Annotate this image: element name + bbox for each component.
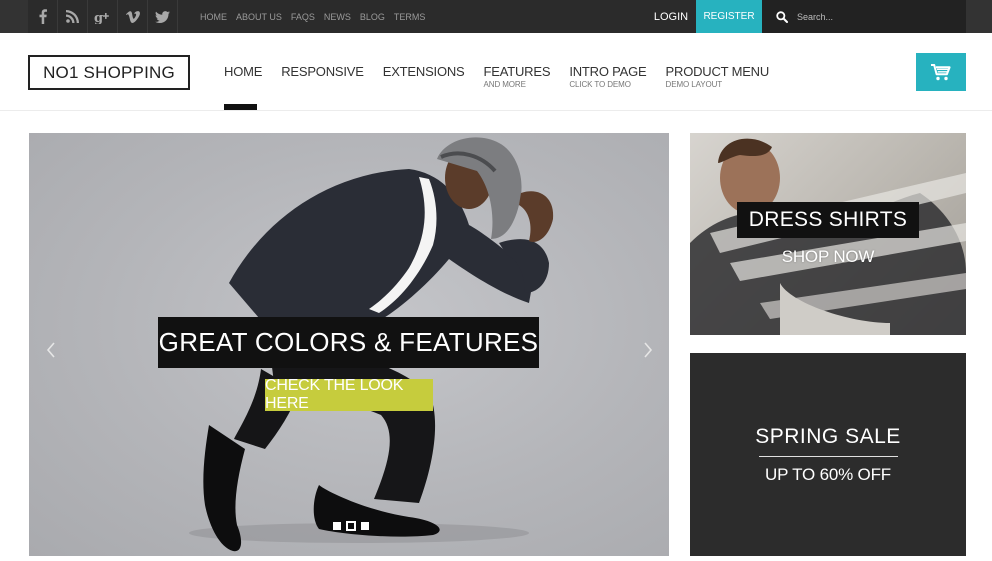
nav-item-extensions[interactable]: EXTENSIONS (383, 64, 465, 89)
nav-item-sublabel: AND MORE (483, 80, 526, 89)
banner-title: DRESS SHIRTS (737, 202, 919, 238)
top-link-faqs[interactable]: FAQS (291, 12, 315, 22)
social-links: g (28, 0, 178, 33)
hero-slider[interactable]: GREAT COLORS & FEATURES CHECK THE LOOK H… (29, 133, 669, 556)
nav-item-sublabel: CLICK TO DEMO (569, 80, 631, 89)
cart-button[interactable] (916, 53, 966, 91)
nav-item-product-menu[interactable]: PRODUCT MENU DEMO LAYOUT (666, 64, 770, 89)
shop-now-link[interactable]: SHOP NOW (690, 247, 966, 267)
twitter-icon[interactable] (148, 0, 178, 33)
login-link[interactable]: LOGIN (646, 0, 696, 33)
slider-dot[interactable] (361, 522, 369, 530)
nav-item-intro-page[interactable]: INTRO PAGE CLICK TO DEMO (569, 64, 646, 89)
main-nav: HOME RESPONSIVE EXTENSIONS FEATURES AND … (224, 64, 788, 110)
slider-dot-active[interactable] (346, 521, 356, 531)
slide-title: GREAT COLORS & FEATURES (158, 317, 539, 368)
dress-shirts-banner[interactable]: DRESS SHIRTS SHOP NOW (690, 133, 966, 335)
banner-title: SPRING SALE (755, 425, 901, 448)
search-icon (776, 10, 788, 23)
divider (759, 456, 898, 457)
top-link-blog[interactable]: BLOG (360, 12, 385, 22)
top-link-home[interactable]: HOME (200, 12, 227, 22)
rss-icon[interactable] (58, 0, 88, 33)
site-logo[interactable]: NO1 SHOPPING (28, 55, 190, 90)
nav-item-sublabel: DEMO LAYOUT (665, 80, 723, 89)
top-links: HOME ABOUT US FAQS NEWS BLOG TERMS (200, 0, 425, 33)
vimeo-icon[interactable] (118, 0, 148, 33)
chevron-left-icon (46, 342, 55, 358)
slider-pagination (333, 521, 369, 531)
search-box (762, 0, 966, 33)
register-button[interactable]: REGISTER (696, 0, 762, 33)
nav-item-label: FEATURES (483, 64, 551, 79)
top-bar: g HOME ABOUT US FAQS NEWS BLOG TERMS LOG… (0, 0, 992, 33)
nav-item-label: EXTENSIONS (382, 64, 465, 79)
top-link-news[interactable]: NEWS (324, 12, 351, 22)
svg-text:g: g (94, 11, 103, 24)
spring-sale-banner[interactable]: SPRING SALE UP TO 60% OFF (690, 353, 966, 556)
nav-item-label: PRODUCT MENU (665, 64, 770, 79)
nav-item-label: INTRO PAGE (569, 64, 647, 79)
active-indicator (224, 104, 257, 110)
slider-prev-button[interactable] (41, 338, 61, 362)
slider-next-button[interactable] (638, 338, 658, 362)
chevron-right-icon (644, 342, 653, 358)
nav-item-responsive[interactable]: RESPONSIVE (281, 64, 364, 89)
google-plus-icon[interactable]: g (88, 0, 118, 33)
shopping-cart-icon (931, 63, 951, 80)
slide-cta-button[interactable]: CHECK THE LOOK HERE (265, 377, 433, 412)
top-link-about-us[interactable]: ABOUT US (236, 12, 282, 22)
search-input[interactable] (797, 11, 947, 22)
nav-item-features[interactable]: FEATURES AND MORE (484, 64, 551, 89)
nav-item-home[interactable]: HOME (224, 64, 263, 110)
slider-dot[interactable] (333, 522, 341, 530)
nav-item-label: HOME (224, 64, 263, 79)
banner-subtitle: UP TO 60% OFF (765, 465, 891, 484)
top-link-terms[interactable]: TERMS (394, 12, 426, 22)
facebook-icon[interactable] (28, 0, 58, 33)
top-bar-inner: g HOME ABOUT US FAQS NEWS BLOG TERMS LOG… (28, 0, 966, 33)
site-header: NO1 SHOPPING HOME RESPONSIVE EXTENSIONS … (0, 33, 992, 111)
nav-item-label: RESPONSIVE (281, 64, 364, 79)
